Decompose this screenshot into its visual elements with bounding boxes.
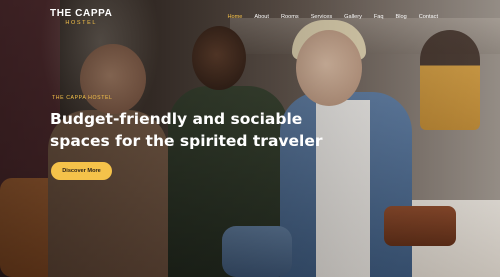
nav-item-contact[interactable]: Contact [413, 11, 444, 23]
nav-item-rooms[interactable]: Rooms [275, 11, 305, 23]
site-logo[interactable]: THE CAPPA HOSTEL [50, 8, 112, 26]
nav-item-home[interactable]: Home [221, 11, 248, 23]
nav-item-faq[interactable]: Faq [368, 11, 390, 23]
hero-headline: Budget-friendly and sociable spaces for … [50, 110, 323, 150]
hero-eyebrow: THE CAPPA HOSTEL [52, 95, 113, 101]
discover-more-button[interactable]: Discover More [51, 162, 112, 180]
logo-title: THE CAPPA [50, 8, 113, 19]
nav-item-services[interactable]: Services [305, 11, 338, 23]
logo-subtitle: HOSTEL [65, 20, 98, 26]
main-nav: Home About Rooms Services Gallery Faq Bl… [221, 11, 444, 23]
nav-item-gallery[interactable]: Gallery [338, 11, 368, 23]
nav-item-blog[interactable]: Blog [390, 11, 413, 23]
nav-item-about[interactable]: About [248, 11, 275, 23]
